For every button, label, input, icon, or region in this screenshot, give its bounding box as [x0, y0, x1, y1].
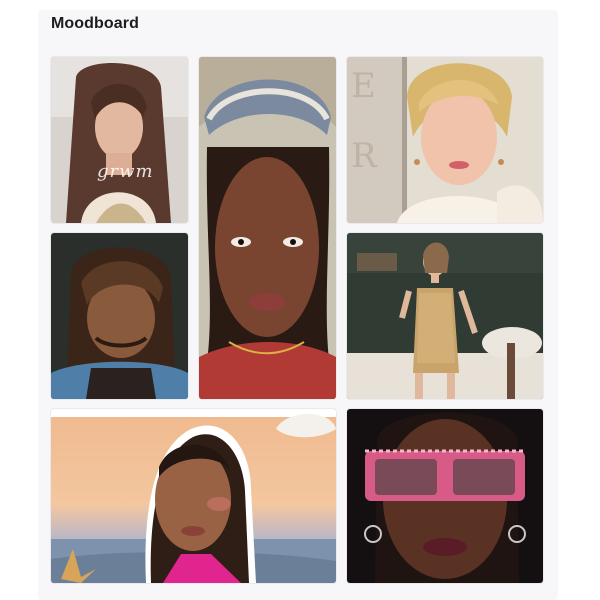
portrait-image — [347, 233, 543, 399]
portrait-image — [51, 233, 188, 399]
portrait-image — [199, 57, 336, 399]
moodboard-image-sunset-beach-portrait[interactable] — [51, 409, 336, 583]
svg-text:E: E — [351, 66, 376, 106]
moodboard-image-curly-bangs-portrait[interactable] — [51, 233, 188, 399]
moodboard-image-sequin-dress-photo[interactable] — [347, 233, 543, 399]
portrait-image — [347, 409, 543, 583]
moodboard-image-headscarf-portrait[interactable] — [199, 57, 336, 399]
moodboard-image-blonde-portrait[interactable]: E R — [347, 57, 543, 223]
moodboard-title: Moodboard — [51, 15, 139, 32]
moodboard-image-pink-sunglasses-portrait[interactable] — [347, 409, 543, 583]
svg-text:R: R — [351, 136, 378, 176]
portrait-image — [51, 409, 336, 583]
portrait-image — [51, 57, 188, 223]
moodboard-image-grwm-portrait[interactable]: grwm — [51, 57, 188, 223]
portrait-image: E R — [347, 57, 543, 223]
grwm-caption: grwm — [97, 161, 154, 182]
